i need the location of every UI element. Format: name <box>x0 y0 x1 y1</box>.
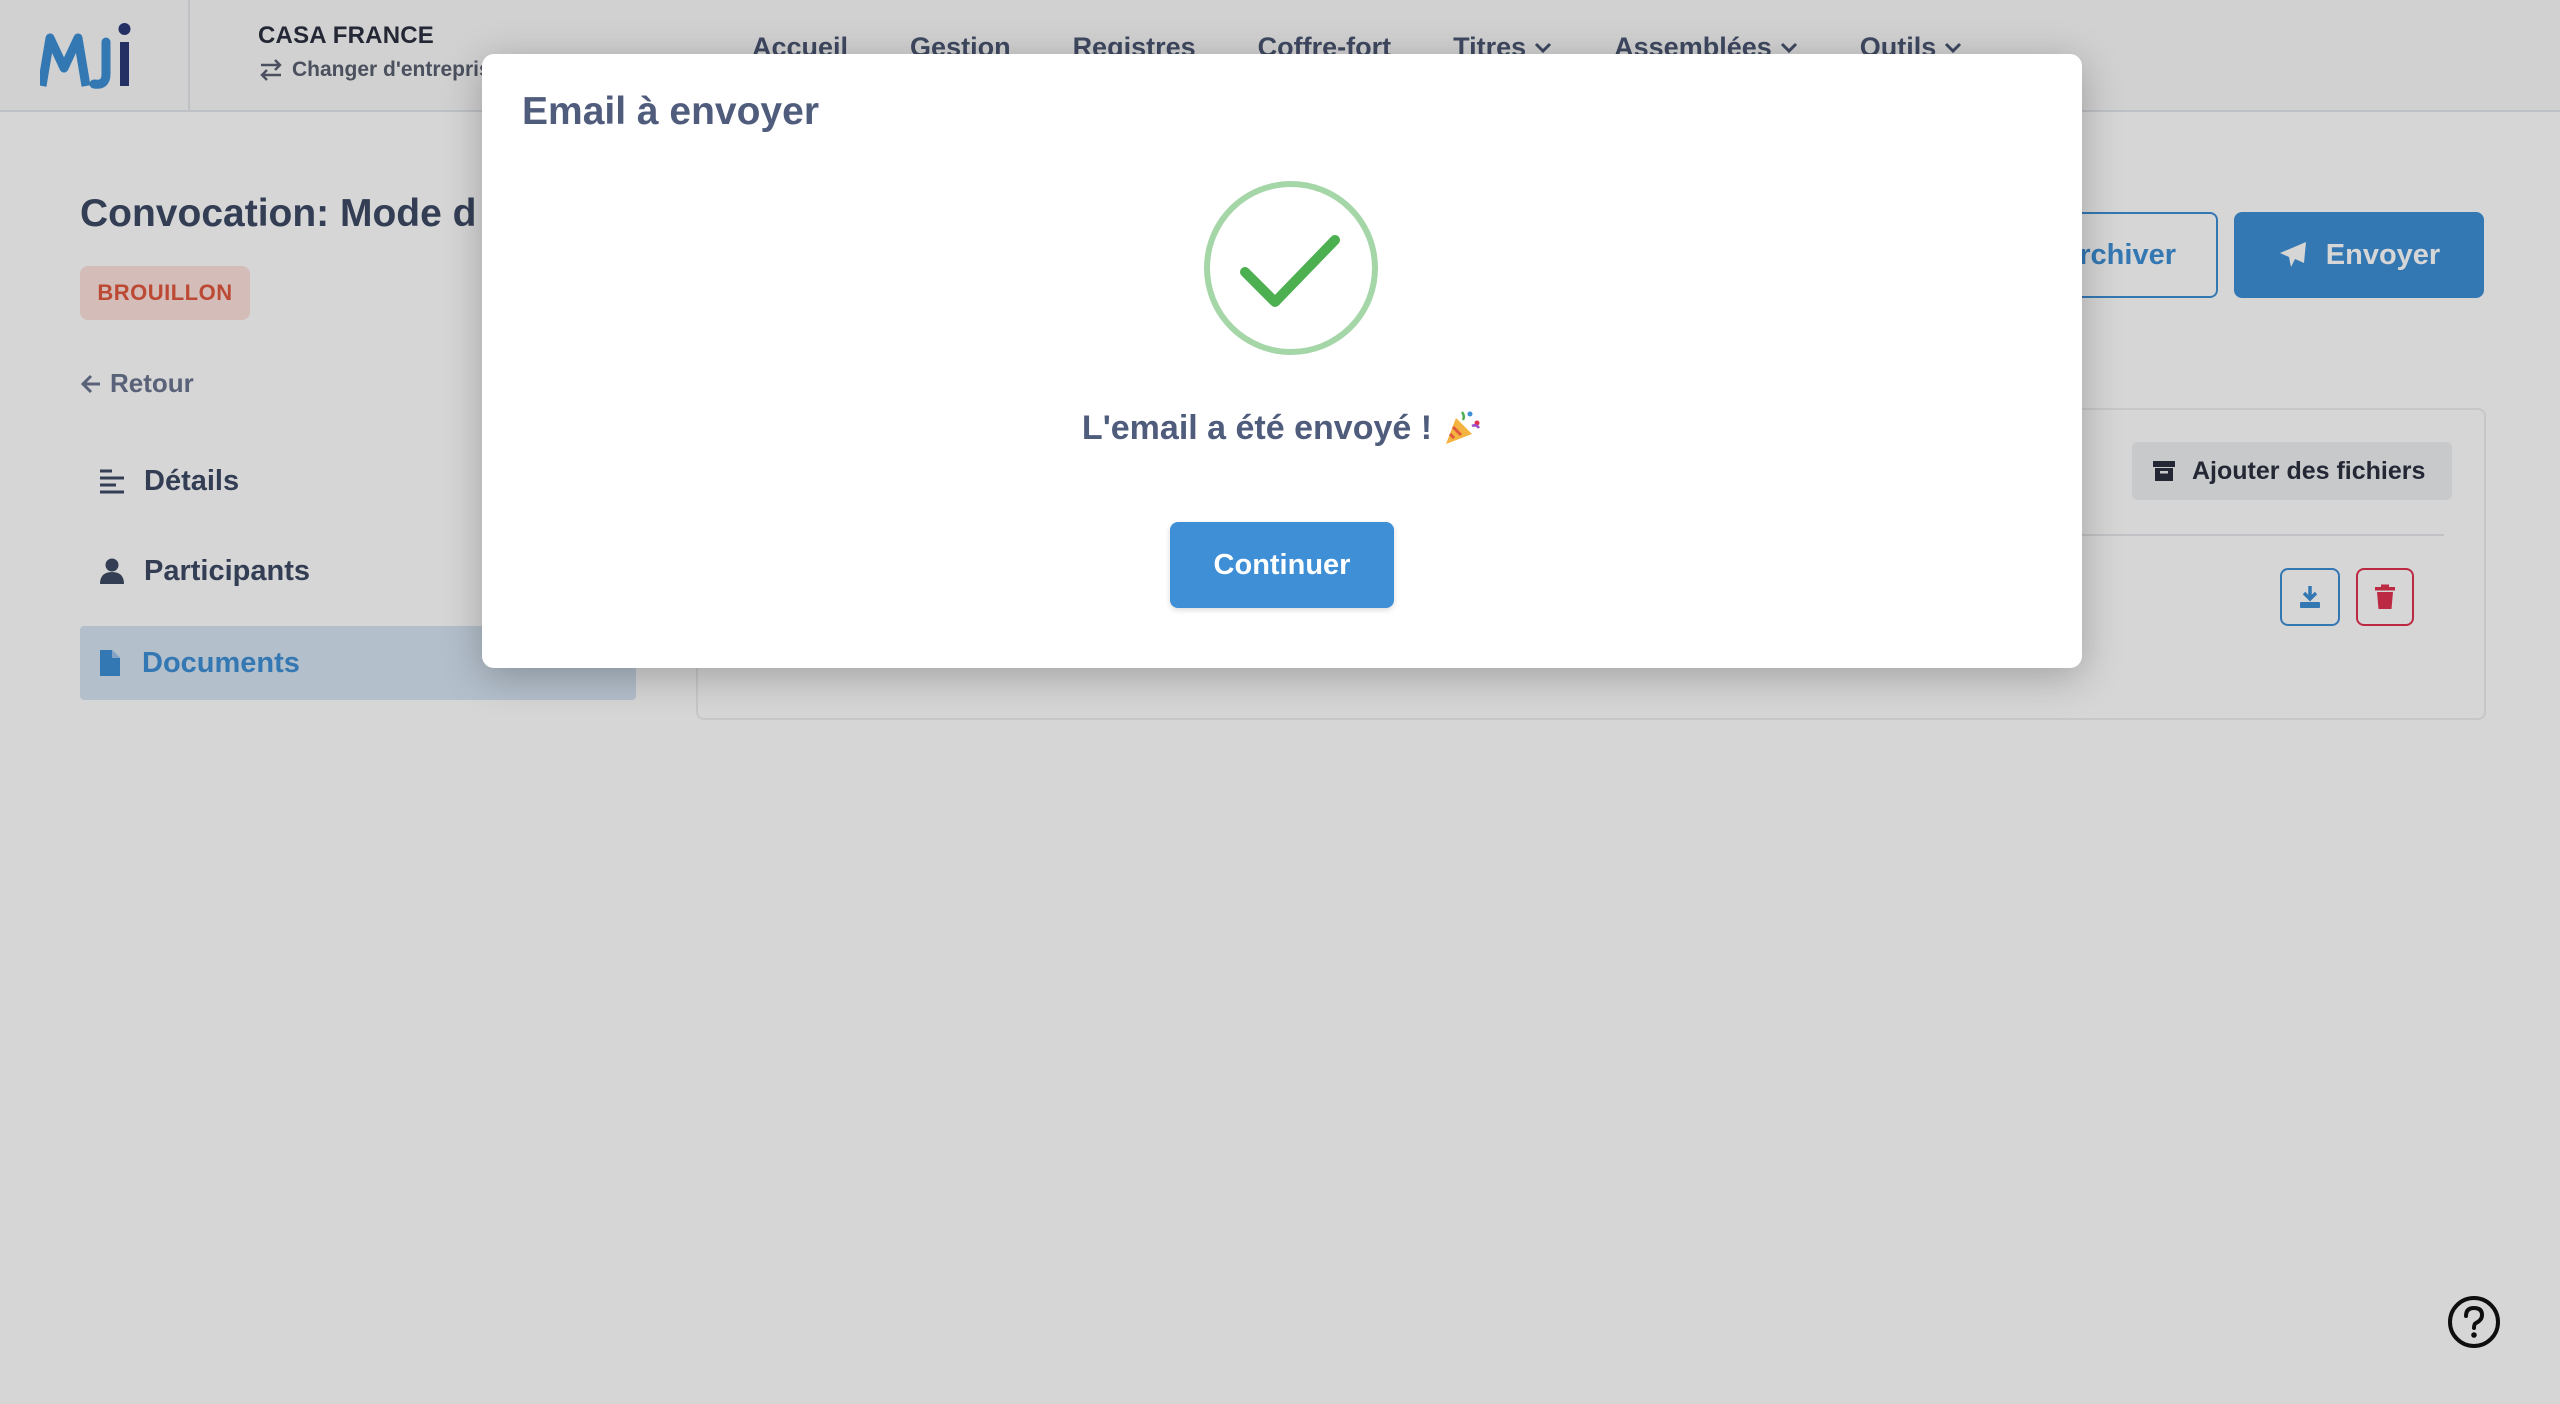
email-sent-modal: Email à envoyer L'email a été envoyé ! C… <box>482 54 2082 668</box>
modal-message-text: L'email a été envoyé ! <box>1081 408 1433 447</box>
continue-button[interactable]: Continuer <box>1170 522 1394 608</box>
modal-message: L'email a été envoyé ! <box>482 408 2082 448</box>
success-check-icon <box>1204 181 1378 355</box>
modal-title: Email à envoyer <box>522 90 819 133</box>
party-popper-icon <box>1446 411 1481 444</box>
app-page: CASA FRANCE Changer d'entreprise Accueil… <box>0 0 2560 1404</box>
